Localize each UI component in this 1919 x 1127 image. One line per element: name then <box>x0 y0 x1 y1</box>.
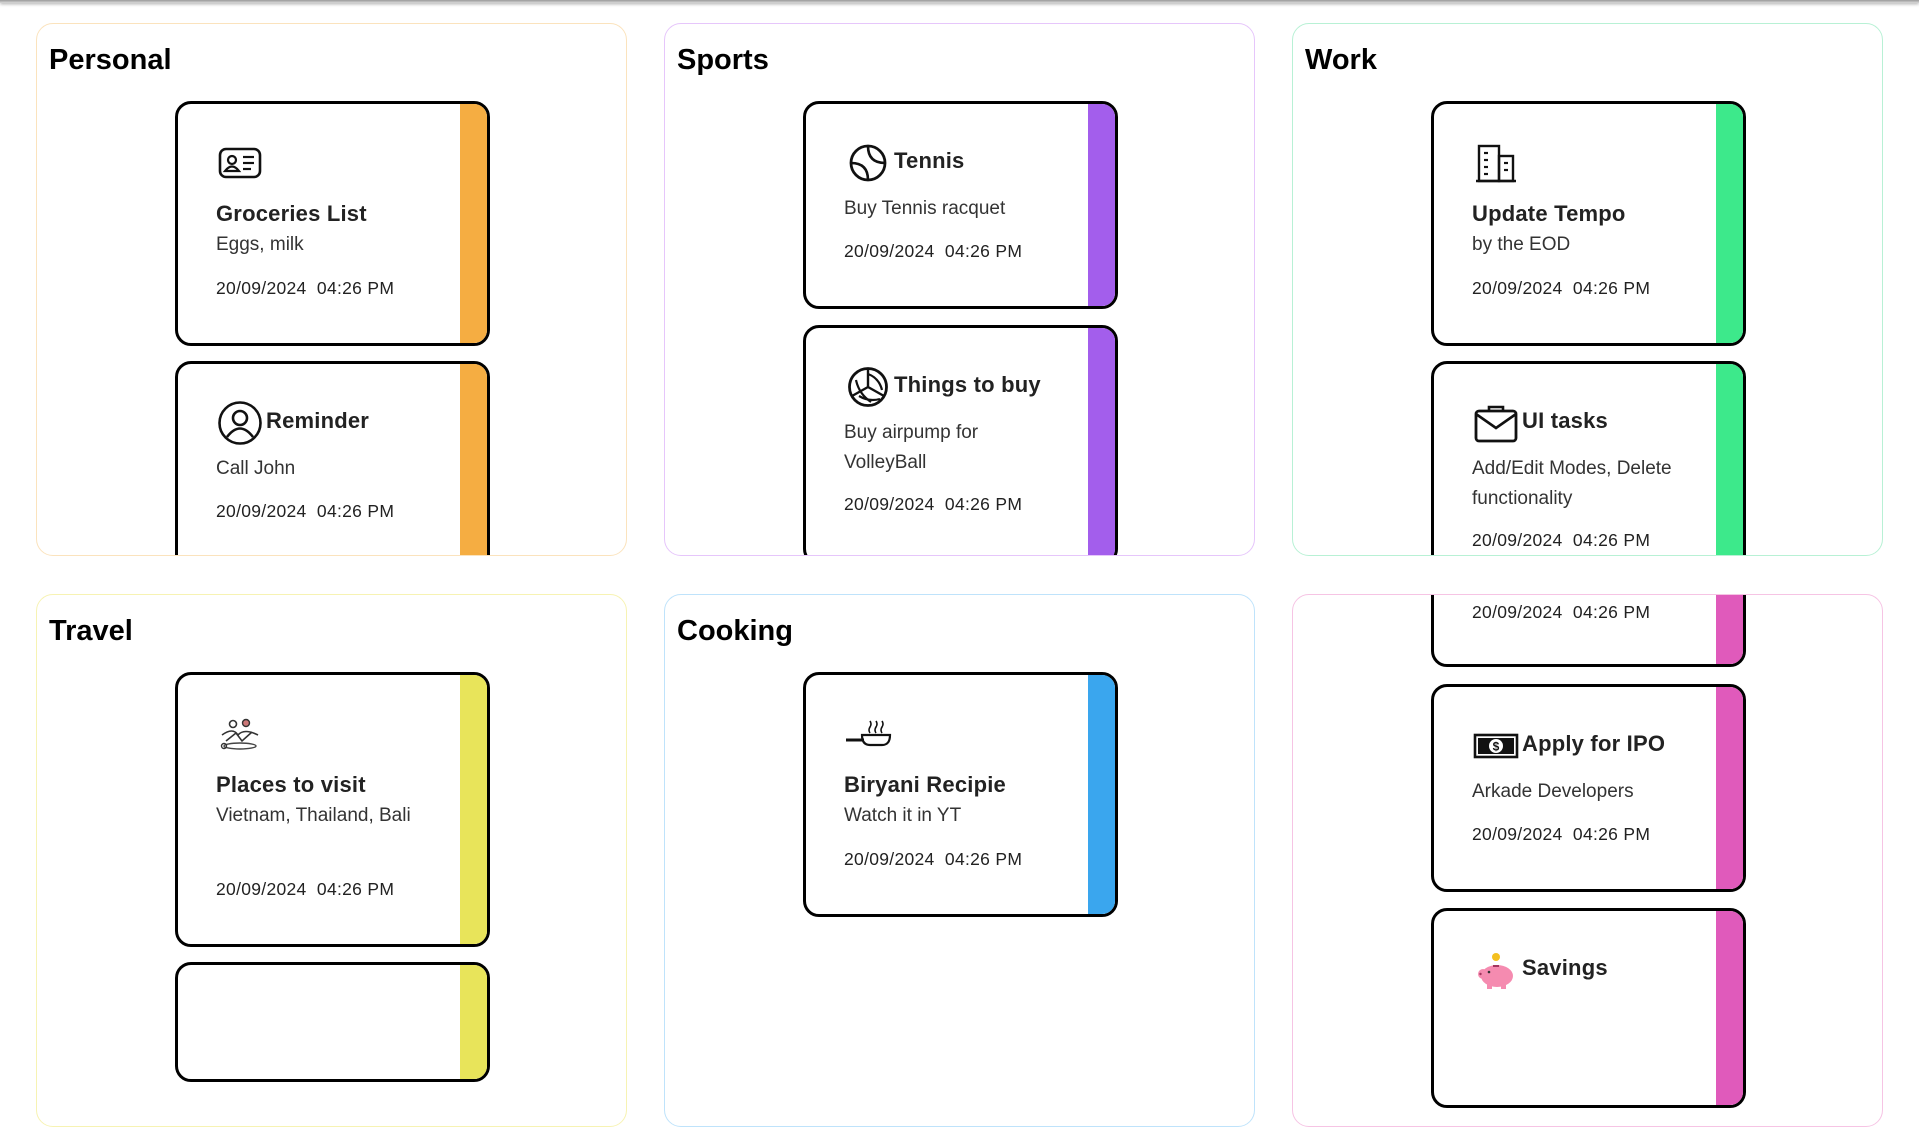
travelers-icon <box>216 713 264 755</box>
category-title: Sports <box>677 44 769 76</box>
note-time: 04:26 PM <box>316 278 395 298</box>
note-body: Buy airpump for VolleyBall <box>844 422 979 473</box>
note-date: 20/09/2024 <box>216 278 307 298</box>
note-timestamp: 20/09/2024 04:26 PM <box>844 241 1022 262</box>
category-color-stripe <box>1088 328 1115 555</box>
note-title: Tennis <box>894 148 965 173</box>
svg-text:$: $ <box>1493 740 1500 754</box>
note-card[interactable]: Places to visit Vietnam, Thailand, Bali … <box>175 672 490 947</box>
note-body: Watch it in YT <box>844 805 962 826</box>
note-body: Eggs, milk <box>216 234 304 255</box>
category-panel-finance: 20/09/2024 04:26 PM $ Apply for IPO Arka… <box>1292 594 1883 1127</box>
category-color-stripe <box>1716 104 1743 343</box>
category-panel-cooking: Cooking Biryani Recipie Watch it in YT 2… <box>664 594 1255 1127</box>
category-color-stripe <box>1088 675 1115 914</box>
note-card[interactable]: $ Apply for IPO Arkade Developers 20/09/… <box>1431 684 1746 892</box>
note-date: 20/09/2024 <box>1472 530 1563 550</box>
top-shadow-bar <box>0 0 1919 3</box>
category-title: Work <box>1305 44 1377 76</box>
note-time: 04:26 PM <box>1572 278 1651 298</box>
note-time: 04:26 PM <box>316 501 395 521</box>
note-date: 20/09/2024 <box>844 494 935 514</box>
note-card[interactable]: Savings <box>1431 908 1746 1108</box>
category-title: Cooking <box>677 615 793 647</box>
category-color-stripe <box>1716 595 1743 664</box>
note-card[interactable]: Biryani Recipie Watch it in YT 20/09/202… <box>803 672 1118 917</box>
note-body: Vietnam, Thailand, Bali <box>216 805 411 826</box>
note-card[interactable] <box>175 962 490 1082</box>
note-title: Reminder <box>266 408 370 433</box>
note-body: Add/Edit Modes, Delete functionality <box>1472 458 1672 509</box>
note-date: 20/09/2024 <box>1472 278 1563 298</box>
note-time: 04:26 PM <box>1572 530 1651 550</box>
note-timestamp: 20/09/2024 04:26 PM <box>1472 824 1650 845</box>
note-card[interactable]: Reminder Call John 20/09/2024 04:26 PM <box>175 361 490 555</box>
category-color-stripe <box>1716 911 1743 1105</box>
note-time: 04:26 PM <box>1572 602 1651 622</box>
note-timestamp: 20/09/2024 04:26 PM <box>216 278 394 299</box>
note-card[interactable]: 20/09/2024 04:26 PM <box>1431 595 1746 667</box>
note-date: 20/09/2024 <box>1472 602 1563 622</box>
note-timestamp: 20/09/2024 04:26 PM <box>844 849 1022 870</box>
category-color-stripe <box>1088 104 1115 306</box>
note-title: Groceries List <box>216 201 367 226</box>
note-title: Places to visit <box>216 772 366 797</box>
note-title: Update Tempo <box>1472 201 1626 226</box>
briefcase-icon <box>1472 402 1520 444</box>
note-body: Arkade Developers <box>1472 781 1634 802</box>
note-date: 20/09/2024 <box>844 849 935 869</box>
note-timestamp: 20/09/2024 04:26 PM <box>1472 602 1650 623</box>
note-title: Savings <box>1522 955 1608 980</box>
note-title: Biryani Recipie <box>844 772 1006 797</box>
banknote-icon: $ <box>1472 725 1520 767</box>
category-color-stripe <box>1716 687 1743 889</box>
user-circle-icon <box>216 401 264 445</box>
note-time: 04:26 PM <box>944 849 1023 869</box>
volleyball-icon <box>844 366 892 408</box>
note-date: 20/09/2024 <box>216 879 307 899</box>
note-card[interactable]: Tennis Buy Tennis racquet 20/09/2024 04:… <box>803 101 1118 309</box>
note-time: 04:26 PM <box>1572 824 1651 844</box>
note-timestamp: 20/09/2024 04:26 PM <box>1472 278 1650 299</box>
office-building-icon <box>1472 142 1520 184</box>
note-title: Things to buy <box>894 372 1041 397</box>
piggy-bank-icon <box>1472 949 1520 991</box>
note-timestamp: 20/09/2024 04:26 PM <box>844 494 1022 515</box>
note-time: 04:26 PM <box>944 494 1023 514</box>
note-time: 04:26 PM <box>944 241 1023 261</box>
frying-pan-icon <box>844 713 892 755</box>
category-panel-travel: Travel Places to visit Vietnam, Thailand… <box>36 594 627 1127</box>
note-title: Apply for IPO <box>1522 731 1666 756</box>
note-title: UI tasks <box>1522 408 1608 433</box>
note-body: Buy Tennis racquet <box>844 198 1006 219</box>
category-color-stripe <box>1716 364 1743 555</box>
note-card[interactable]: UI tasks Add/Edit Modes, Delete function… <box>1431 361 1746 555</box>
id-card-icon <box>216 142 264 184</box>
tennis-ball-icon <box>844 142 892 184</box>
category-color-stripe <box>460 364 487 555</box>
note-body: by the EOD <box>1472 234 1571 255</box>
note-timestamp: 20/09/2024 04:26 PM <box>216 501 394 522</box>
category-panel-sports: Sports Tennis Buy Tennis racquet 20/09/2… <box>664 23 1255 556</box>
category-panel-personal: Personal Groceries List Eggs, milk 20/09… <box>36 23 627 556</box>
category-color-stripe <box>460 965 487 1079</box>
category-color-stripe <box>460 104 487 343</box>
category-color-stripe <box>460 675 487 944</box>
note-card[interactable]: Update Tempo by the EOD 20/09/2024 04:26… <box>1431 101 1746 346</box>
category-title: Travel <box>49 615 133 647</box>
category-title: Personal <box>49 44 172 76</box>
note-time: 04:26 PM <box>316 879 395 899</box>
note-date: 20/09/2024 <box>1472 824 1563 844</box>
note-date: 20/09/2024 <box>216 501 307 521</box>
category-panel-work: Work Update Tempo by the EOD 20/09/2024 … <box>1292 23 1883 556</box>
note-card[interactable]: Things to buy Buy airpump for VolleyBall… <box>803 325 1118 555</box>
note-date: 20/09/2024 <box>844 241 935 261</box>
note-card[interactable]: Groceries List Eggs, milk 20/09/2024 04:… <box>175 101 490 346</box>
note-timestamp: 20/09/2024 04:26 PM <box>1472 530 1650 551</box>
note-body: Call John <box>216 458 296 479</box>
note-timestamp: 20/09/2024 04:26 PM <box>216 879 394 900</box>
